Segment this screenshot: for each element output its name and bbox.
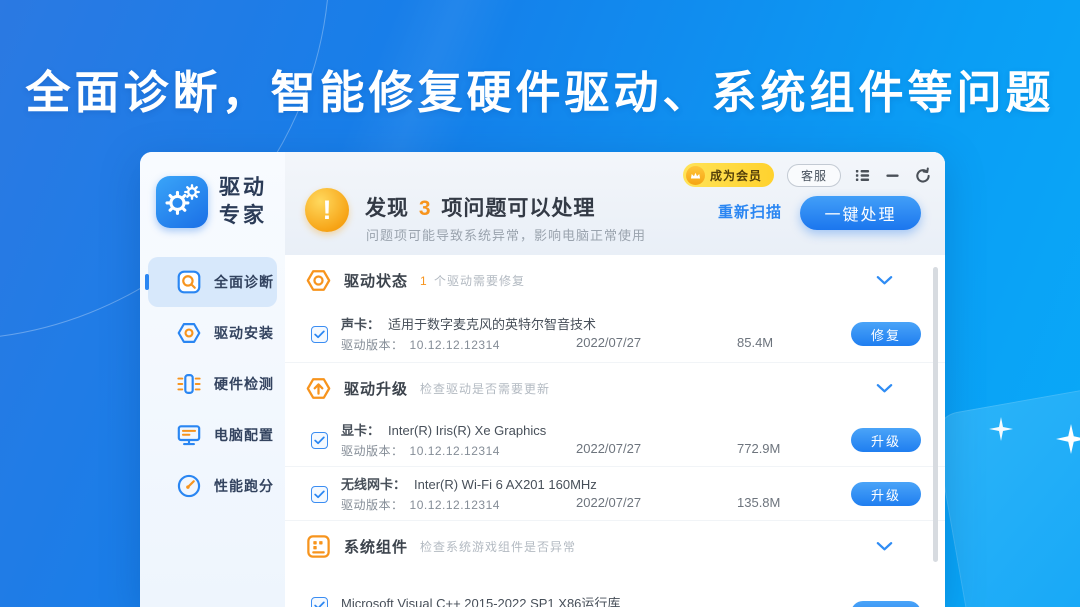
app-title-line2: 专家 [219, 202, 267, 230]
sidebar-item-label: 性能跑分 [214, 476, 274, 496]
fix-button[interactable]: 修复 [851, 322, 921, 346]
driver-category: 显卡： [341, 423, 380, 438]
app-title: 驱动 专家 [219, 174, 267, 229]
become-member-button[interactable]: 成为会员 [683, 163, 774, 187]
app-title-line1: 驱动 [219, 174, 267, 202]
summary-title: 发现 3 项问题可以处理 [365, 192, 595, 222]
active-indicator [145, 274, 149, 290]
gears-icon [162, 182, 202, 222]
chevron-down-icon[interactable] [876, 383, 893, 394]
driver-size: 85.4M [737, 335, 773, 350]
section-title: 驱动状态 [344, 270, 408, 291]
component-name: Microsoft Visual C++ 2015-2022 SP1 X86运行… [341, 593, 620, 607]
driver-row-gpu: 显卡：Inter(R) Iris(R) Xe Graphics 驱动版本：10.… [285, 413, 945, 467]
section-driver-status: 驱动状态 1 个驱动需要修复 [285, 255, 945, 305]
driver-date: 2022/07/27 [576, 335, 641, 350]
sidebar: 驱动 专家 全面诊断 [140, 152, 285, 607]
customer-service-label: 客服 [801, 167, 827, 184]
driver-version: 驱动版本：10.12.12.12314 [341, 496, 500, 513]
crown-icon [686, 166, 705, 185]
driver-version: 驱动版本：10.12.12.12314 [341, 442, 500, 459]
component-row-vcpp: Microsoft Visual C++ 2015-2022 SP1 X86运行… [285, 571, 945, 607]
sidebar-item-hardware-detect[interactable]: 硬件检测 [148, 359, 277, 409]
main-panel: 成为会员 客服 [285, 152, 945, 607]
upgrade-button[interactable]: 升级 [851, 428, 921, 452]
driver-name: 显卡：Inter(R) Iris(R) Xe Graphics [341, 420, 546, 439]
sidebar-item-full-diagnosis[interactable]: 全面诊断 [148, 257, 277, 307]
hexagon-nut-icon [176, 320, 202, 346]
section-count: 1 [420, 274, 428, 288]
summary-title-suffix: 项问题可以处理 [441, 197, 595, 220]
sidebar-item-driver-install[interactable]: 驱动安装 [148, 308, 277, 358]
minimize-icon[interactable] [884, 167, 901, 184]
monitor-icon [176, 422, 202, 448]
sidebar-item-benchmark[interactable]: 性能跑分 [148, 461, 277, 511]
hexagon-up-arrow-icon [305, 375, 332, 402]
fix-button[interactable]: 修复 [851, 601, 921, 607]
chevron-down-icon[interactable] [876, 541, 893, 552]
gauge-icon [176, 473, 202, 499]
section-driver-upgrade: 驱动升级 检查驱动是否需要更新 [285, 363, 945, 413]
chevron-down-icon[interactable] [876, 275, 893, 286]
sidebar-item-label: 驱动安装 [214, 323, 274, 343]
sidebar-item-label: 电脑配置 [214, 425, 274, 445]
app-window: 驱动 专家 全面诊断 [140, 152, 945, 607]
search-icon [176, 269, 202, 295]
sidebar-item-label: 全面诊断 [214, 272, 274, 292]
warning-icon: ! [305, 188, 349, 232]
sidebar-item-label: 硬件检测 [214, 374, 274, 394]
components-grid-icon [305, 533, 332, 560]
issues-list: 驱动状态 1 个驱动需要修复 声卡：适用于数字麦克风的英特尔智音技 [285, 255, 945, 607]
driver-date: 2022/07/27 [576, 495, 641, 510]
section-title: 系统组件 [344, 536, 408, 557]
summary-header: 成为会员 客服 [285, 152, 945, 255]
customer-service-button[interactable]: 客服 [787, 164, 841, 187]
section-subtitle: 检查系统游戏组件是否异常 [420, 538, 576, 555]
summary-subtitle: 问题项可能导致系统异常，影响电脑正常使用 [366, 225, 646, 244]
checkbox-checked[interactable] [311, 326, 328, 343]
desktop-background: 全面诊断，智能修复硬件驱动、系统组件等问题 [0, 0, 1080, 607]
hero-title: 全面诊断，智能修复硬件驱动、系统组件等问题 [0, 56, 1080, 121]
issue-count: 3 [416, 197, 435, 220]
upgrade-button[interactable]: 升级 [851, 482, 921, 506]
app-logo [156, 176, 208, 228]
checkbox-checked[interactable] [311, 597, 328, 607]
driver-category: 声卡： [341, 317, 380, 332]
section-subtitle: 1 个驱动需要修复 [420, 272, 525, 289]
driver-name: 声卡：适用于数字麦克风的英特尔智音技术 [341, 314, 596, 333]
driver-size: 772.9M [737, 441, 780, 456]
menu-list-icon[interactable] [854, 167, 871, 184]
warning-glyph: ! [323, 195, 332, 226]
driver-row-wifi: 无线网卡：Inter(R) Wi-Fi 6 AX201 160MHz 驱动版本：… [285, 467, 945, 521]
scrollbar-thumb[interactable] [933, 267, 938, 562]
section-title: 驱动升级 [344, 378, 408, 399]
driver-category: 无线网卡： [341, 477, 406, 492]
checkbox-checked[interactable] [311, 486, 328, 503]
summary-title-prefix: 发现 [365, 197, 409, 220]
driver-row-soundcard: 声卡：适用于数字麦克风的英特尔智音技术 驱动版本：10.12.12.12314 … [285, 305, 945, 363]
section-subtitle: 检查驱动是否需要更新 [420, 380, 550, 397]
sidebar-item-pc-config[interactable]: 电脑配置 [148, 410, 277, 460]
titlebar: 成为会员 客服 [683, 163, 931, 187]
hexagon-circle-icon [305, 267, 332, 294]
app-logo-row: 驱动 专家 [140, 152, 285, 229]
rescan-button[interactable]: 重新扫描 [718, 201, 782, 222]
driver-name: 无线网卡：Inter(R) Wi-Fi 6 AX201 160MHz [341, 474, 597, 493]
section-system-components: 系统组件 检查系统游戏组件是否异常 [285, 521, 945, 571]
driver-size: 135.8M [737, 495, 780, 510]
chip-icon [176, 371, 202, 397]
sparkle-icon [988, 416, 1014, 442]
driver-date: 2022/07/27 [576, 441, 641, 456]
process-all-button[interactable]: 一键处理 [800, 196, 921, 230]
sparkle-icon [1056, 424, 1080, 454]
driver-version: 驱动版本：10.12.12.12314 [341, 336, 500, 353]
sidebar-menu: 全面诊断 驱动安装 [140, 257, 285, 512]
checkbox-checked[interactable] [311, 432, 328, 449]
become-member-label: 成为会员 [710, 167, 762, 184]
undo-back-icon[interactable] [914, 167, 931, 184]
